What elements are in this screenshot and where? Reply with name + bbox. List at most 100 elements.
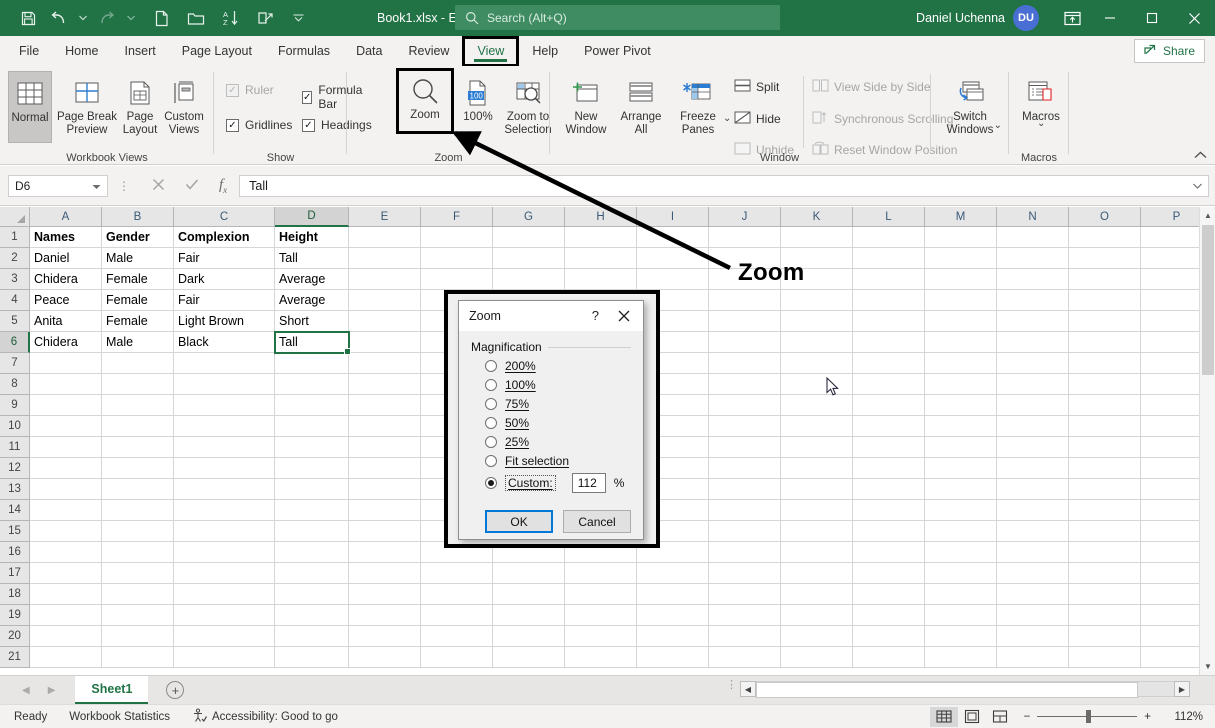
zoom-slider[interactable]: − + xyxy=(1024,711,1151,723)
cell-A3[interactable]: Chidera xyxy=(30,269,102,290)
row-header-20[interactable]: 20 xyxy=(0,626,30,647)
tab-home[interactable]: Home xyxy=(52,37,111,65)
cell-K5[interactable] xyxy=(781,311,853,332)
column-header-B[interactable]: B xyxy=(102,207,174,227)
cell-A21[interactable] xyxy=(30,647,102,668)
column-header-G[interactable]: G xyxy=(493,207,565,227)
new-file-icon[interactable] xyxy=(147,5,175,31)
cell-L15[interactable] xyxy=(853,521,925,542)
page-break-preview-button[interactable]: Page Break Preview xyxy=(54,71,120,137)
cell-A4[interactable]: Peace xyxy=(30,290,102,311)
cell-N1[interactable] xyxy=(997,227,1069,248)
cell-C9[interactable] xyxy=(174,395,275,416)
cell-M2[interactable] xyxy=(925,248,997,269)
cell-E11[interactable] xyxy=(349,437,421,458)
column-header-E[interactable]: E xyxy=(349,207,421,227)
formula-bar-drag-handle[interactable]: ⋮ xyxy=(118,179,130,193)
cell-D16[interactable] xyxy=(275,542,349,563)
cell-O21[interactable] xyxy=(1069,647,1141,668)
cell-M6[interactable] xyxy=(925,332,997,353)
cell-B16[interactable] xyxy=(102,542,174,563)
cell-M18[interactable] xyxy=(925,584,997,605)
tab-data[interactable]: Data xyxy=(343,37,395,65)
cell-O11[interactable] xyxy=(1069,437,1141,458)
cell-C14[interactable] xyxy=(174,500,275,521)
cell-B8[interactable] xyxy=(102,374,174,395)
cell-J8[interactable] xyxy=(709,374,781,395)
page-layout-button[interactable]: Page Layout xyxy=(120,71,160,137)
cell-N6[interactable] xyxy=(997,332,1069,353)
column-header-H[interactable]: H xyxy=(565,207,637,227)
scroll-left-button[interactable]: ◀ xyxy=(740,681,756,697)
cell-L11[interactable] xyxy=(853,437,925,458)
cell-H3[interactable] xyxy=(565,269,637,290)
ok-button[interactable]: OK xyxy=(485,510,553,533)
cell-M8[interactable] xyxy=(925,374,997,395)
cell-N18[interactable] xyxy=(997,584,1069,605)
cell-G19[interactable] xyxy=(493,605,565,626)
cell-L17[interactable] xyxy=(853,563,925,584)
cell-C18[interactable] xyxy=(174,584,275,605)
radio-option-200[interactable]: 200% xyxy=(485,359,631,373)
cell-O18[interactable] xyxy=(1069,584,1141,605)
cell-H21[interactable] xyxy=(565,647,637,668)
cell-A20[interactable] xyxy=(30,626,102,647)
row-header-5[interactable]: 5 xyxy=(0,311,30,332)
cell-C10[interactable] xyxy=(174,416,275,437)
cell-A11[interactable] xyxy=(30,437,102,458)
cell-D20[interactable] xyxy=(275,626,349,647)
cell-J16[interactable] xyxy=(709,542,781,563)
cell-D6[interactable]: Tall xyxy=(275,332,349,353)
cell-J5[interactable] xyxy=(709,311,781,332)
tab-power-pivot[interactable]: Power Pivot xyxy=(571,37,664,65)
cell-D15[interactable] xyxy=(275,521,349,542)
cell-K12[interactable] xyxy=(781,458,853,479)
cell-B1[interactable]: Gender xyxy=(102,227,174,248)
cell-F1[interactable] xyxy=(421,227,493,248)
cell-C2[interactable]: Fair xyxy=(174,248,275,269)
undo-icon[interactable] xyxy=(45,5,73,31)
cell-A19[interactable] xyxy=(30,605,102,626)
cell-D18[interactable] xyxy=(275,584,349,605)
cell-A15[interactable] xyxy=(30,521,102,542)
cell-D13[interactable] xyxy=(275,479,349,500)
cell-L14[interactable] xyxy=(853,500,925,521)
cell-J1[interactable] xyxy=(709,227,781,248)
cell-A14[interactable] xyxy=(30,500,102,521)
cell-B21[interactable] xyxy=(102,647,174,668)
cell-O14[interactable] xyxy=(1069,500,1141,521)
cell-D10[interactable] xyxy=(275,416,349,437)
sort-az-icon[interactable]: AZ xyxy=(217,5,245,31)
tab-page-layout[interactable]: Page Layout xyxy=(169,37,265,65)
cell-N20[interactable] xyxy=(997,626,1069,647)
cell-K7[interactable] xyxy=(781,353,853,374)
cell-I20[interactable] xyxy=(637,626,709,647)
cell-N16[interactable] xyxy=(997,542,1069,563)
cell-E1[interactable] xyxy=(349,227,421,248)
normal-view-button[interactable]: Normal xyxy=(8,71,52,143)
collapse-ribbon-chevron-up-icon[interactable] xyxy=(1194,150,1207,162)
scroll-up-button[interactable]: ▲ xyxy=(1200,207,1215,224)
minimize-button[interactable] xyxy=(1089,0,1131,36)
cell-M19[interactable] xyxy=(925,605,997,626)
cell-N21[interactable] xyxy=(997,647,1069,668)
cell-L16[interactable] xyxy=(853,542,925,563)
cell-O9[interactable] xyxy=(1069,395,1141,416)
cell-L18[interactable] xyxy=(853,584,925,605)
zoom-100-button[interactable]: 100 100% xyxy=(457,71,499,124)
cell-J11[interactable] xyxy=(709,437,781,458)
cell-H19[interactable] xyxy=(565,605,637,626)
cell-J10[interactable] xyxy=(709,416,781,437)
arrange-all-button[interactable]: Arrange All xyxy=(615,71,667,137)
cell-J14[interactable] xyxy=(709,500,781,521)
cell-C11[interactable] xyxy=(174,437,275,458)
cell-E21[interactable] xyxy=(349,647,421,668)
cell-N3[interactable] xyxy=(997,269,1069,290)
cell-D9[interactable] xyxy=(275,395,349,416)
cell-E17[interactable] xyxy=(349,563,421,584)
sheet-tab-sheet1[interactable]: Sheet1 xyxy=(75,676,148,704)
cell-O3[interactable] xyxy=(1069,269,1141,290)
cell-E19[interactable] xyxy=(349,605,421,626)
cell-C20[interactable] xyxy=(174,626,275,647)
cell-E8[interactable] xyxy=(349,374,421,395)
